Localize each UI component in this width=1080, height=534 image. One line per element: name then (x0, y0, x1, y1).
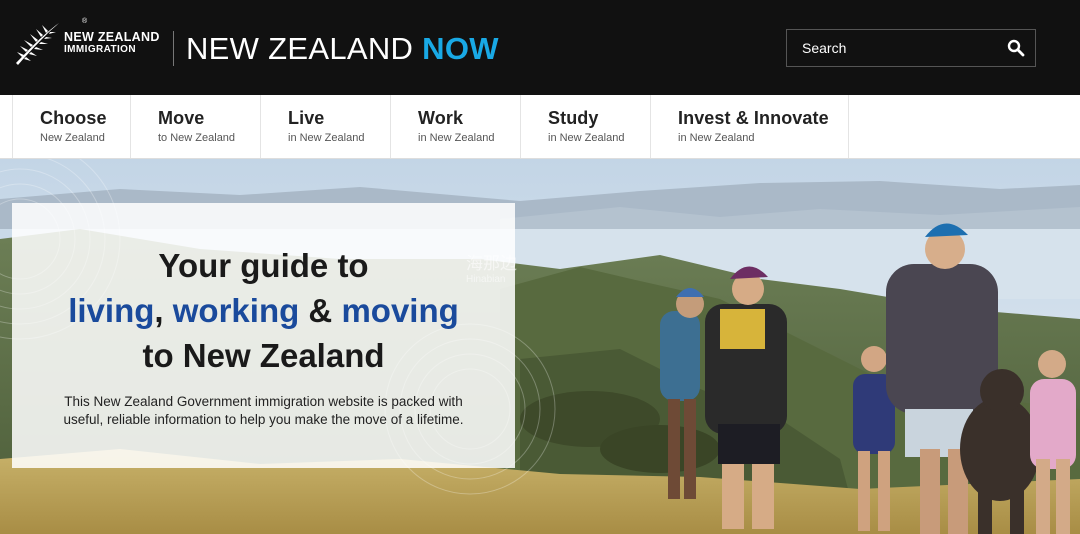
nav-item-live[interactable]: Live in New Zealand (260, 95, 390, 158)
nav-item-study[interactable]: Study in New Zealand (520, 95, 650, 158)
brand-line-2: IMMIGRATION (64, 44, 136, 56)
nav-item-choose[interactable]: Choose New Zealand (12, 95, 130, 158)
hero-banner: Your guide to living, working & moving t… (0, 159, 1080, 534)
heading-separator-1: , (154, 292, 173, 329)
nav-item-work[interactable]: Work in New Zealand (390, 95, 520, 158)
site-title-accent: NOW (422, 31, 499, 66)
search-icon[interactable] (1007, 39, 1025, 57)
nav-item-label: Invest & Innovate (678, 108, 829, 128)
site-title-main: NEW ZEALAND (186, 31, 423, 66)
search-box (786, 29, 1036, 67)
heading-word-working: working (172, 292, 300, 329)
brand-text: NEW ZEALAND IMMIGRATION (64, 31, 160, 56)
heading-word-moving: moving (341, 292, 459, 329)
heading-word-living: living (68, 292, 155, 329)
watermark-sub: Hinabian (466, 274, 506, 285)
site-header: ® NEW ZEALAND IMMIGRATION NEW ZEALAND NO… (0, 0, 1080, 95)
main-nav: Choose New Zealand Move to New Zealand L… (0, 95, 1080, 159)
nav-item-move[interactable]: Move to New Zealand (130, 95, 260, 158)
hero-card: Your guide to living, working & moving t… (12, 203, 515, 468)
header-divider (173, 31, 174, 66)
nav-item-sub: New Zealand (40, 132, 105, 144)
search-input[interactable] (787, 40, 997, 56)
site-title[interactable]: NEW ZEALAND NOW (186, 31, 499, 67)
hero-heading: Your guide to living, working & moving t… (12, 243, 515, 378)
heading-line-1: Your guide to (158, 247, 369, 284)
nav-item-label: Live (288, 108, 325, 128)
watermark: 海那边 Hinabian (466, 249, 517, 285)
hero-description: This New Zealand Government immigration … (63, 394, 464, 427)
brand-line-1: NEW ZEALAND (64, 29, 160, 44)
heading-line-3: to New Zealand (142, 337, 385, 374)
nav-item-sub: in New Zealand (678, 132, 755, 144)
registered-mark: ® (82, 18, 88, 25)
nav-item-sub: in New Zealand (288, 132, 365, 144)
nav-item-label: Study (548, 108, 599, 128)
nav-item-sub: in New Zealand (418, 132, 495, 144)
nav-item-invest-innovate[interactable]: Invest & Innovate in New Zealand (650, 95, 848, 158)
nav-item-label: Move (158, 108, 205, 128)
nav-item-sub: in New Zealand (548, 132, 625, 144)
nav-divider (848, 95, 849, 158)
nav-item-label: Work (418, 108, 464, 128)
watermark-text: 海那边 (466, 254, 517, 273)
nz-immigration-logo[interactable]: ® NEW ZEALAND IMMIGRATION (12, 18, 160, 68)
heading-separator-2: & (299, 292, 342, 329)
silver-fern-icon (16, 23, 59, 65)
nav-item-label: Choose (40, 108, 107, 128)
nav-item-sub: to New Zealand (158, 132, 236, 144)
